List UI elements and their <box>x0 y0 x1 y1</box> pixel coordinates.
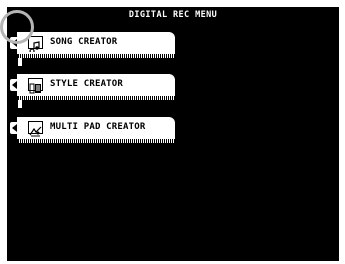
panel-connector <box>18 58 22 66</box>
style-creator-label: STYLE CREATOR <box>50 79 124 89</box>
left-arrow-icon <box>12 81 17 89</box>
song-creator-label: SONG CREATOR <box>50 37 118 47</box>
style-creator-divider <box>19 96 175 100</box>
panel-connector <box>18 100 22 108</box>
selection-highlight-ring <box>0 10 34 44</box>
multi-pad-creator-divider <box>19 139 175 143</box>
lcd-screen: DIGITAL REC MENU SONG CREATOR STYLE CREA… <box>7 7 339 261</box>
multi-pad-creator-icon <box>28 121 43 137</box>
song-creator-divider <box>19 54 175 58</box>
multi-pad-creator-button[interactable]: MULTI PAD CREATOR <box>10 117 175 139</box>
left-arrow-icon <box>12 124 17 132</box>
multi-pad-creator-label: MULTI PAD CREATOR <box>50 122 146 132</box>
song-creator-icon <box>28 36 43 54</box>
style-creator-button[interactable]: STYLE CREATOR <box>10 74 175 96</box>
style-creator-icon <box>28 78 43 94</box>
song-creator-button[interactable]: SONG CREATOR <box>10 32 175 54</box>
menu-title: DIGITAL REC MENU <box>128 10 218 20</box>
